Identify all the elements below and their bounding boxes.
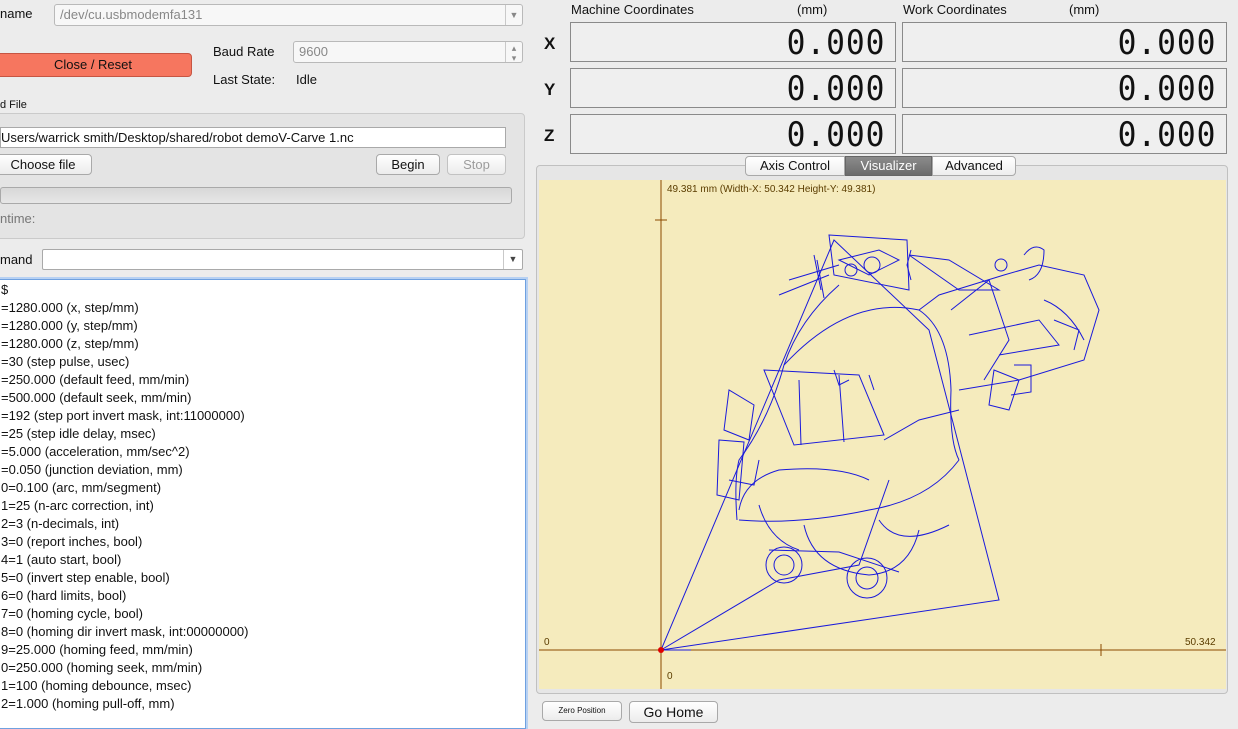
- runtime-label: ntime:: [0, 211, 36, 226]
- work-z-display: 0.000: [902, 114, 1227, 155]
- work-x-display: 0.000: [902, 22, 1227, 63]
- baud-rate-label: Baud Rate: [213, 44, 275, 59]
- visualizer-canvas[interactable]: 49.381 mm (Width-X: 50.342 Height-Y: 49.…: [539, 180, 1226, 689]
- chevron-down-icon[interactable]: ▼: [503, 250, 522, 269]
- work-z-value: 0.000: [1117, 115, 1216, 155]
- toolpath-plot: [539, 180, 1226, 689]
- last-state-label: Last State:: [213, 72, 276, 87]
- progress-bar: [0, 187, 512, 204]
- console-line: 6=0 (hard limits, bool): [1, 588, 127, 603]
- baud-rate-value: 9600: [299, 44, 328, 59]
- visualizer-header: 49.381 mm (Width-X: 50.342 Height-Y: 49.…: [667, 184, 876, 195]
- console-line: =25 (step idle delay, msec): [1, 426, 156, 441]
- console-line: =500.000 (default seek, mm/min): [1, 390, 192, 405]
- console-line: 8=0 (homing dir invert mask, int:0000000…: [1, 624, 249, 639]
- command-label: mand: [0, 252, 33, 267]
- stop-button[interactable]: Stop: [447, 154, 506, 175]
- console-line: =192 (step port invert mask, int:1100000…: [1, 408, 245, 423]
- machine-z-display: 0.000: [570, 114, 896, 155]
- stepper-icon: ▴ ▾: [505, 42, 522, 63]
- tab-visualizer[interactable]: Visualizer: [845, 156, 932, 176]
- x-min-label: 0: [544, 637, 550, 648]
- chevron-down-icon: ▼: [505, 5, 522, 25]
- console-line: =5.000 (acceleration, mm/sec^2): [1, 444, 190, 459]
- tab-axis-control[interactable]: Axis Control: [745, 156, 845, 176]
- console-line: 1=25 (n-arc correction, int): [1, 498, 154, 513]
- console-line: =1280.000 (x, step/mm): [1, 300, 139, 315]
- file-path-input[interactable]: Users/warrick smith/Desktop/shared/robot…: [0, 127, 506, 148]
- axis-label-z: Z: [544, 126, 555, 145]
- port-label: name: [0, 6, 33, 21]
- go-home-button[interactable]: Go Home: [629, 701, 718, 723]
- console-line: 4=1 (auto start, bool): [1, 552, 122, 567]
- console-line: =250.000 (default feed, mm/min): [1, 372, 190, 387]
- console-output[interactable]: $ =1280.000 (x, step/mm) =1280.000 (y, ste…: [0, 279, 526, 729]
- command-input[interactable]: ▼: [42, 249, 523, 270]
- console-line: $: [1, 282, 9, 297]
- work-x-value: 0.000: [1117, 23, 1216, 63]
- console-line: =30 (step pulse, usec): [1, 354, 130, 369]
- choose-file-button[interactable]: Choose file: [0, 154, 92, 175]
- work-y-value: 0.000: [1117, 69, 1216, 109]
- origin-marker: [658, 647, 664, 653]
- machine-y-value: 0.000: [786, 69, 885, 109]
- console-line: 0=0.100 (arc, mm/segment): [1, 480, 162, 495]
- y-min-label: 0: [667, 671, 673, 682]
- console-line: 3=0 (report inches, bool): [1, 534, 143, 549]
- axis-label-y: Y: [544, 80, 556, 99]
- console-line: 0=250.000 (homing seek, mm/min): [1, 660, 203, 675]
- file-path-value: Users/warrick smith/Desktop/shared/robot…: [1, 130, 354, 145]
- tab-advanced[interactable]: Advanced: [932, 156, 1016, 176]
- machine-z-value: 0.000: [786, 115, 885, 155]
- machine-x-display: 0.000: [570, 22, 896, 63]
- console-line: 7=0 (homing cycle, bool): [1, 606, 143, 621]
- file-panel-title: d File: [0, 99, 27, 111]
- console-line: =1280.000 (z, step/mm): [1, 336, 139, 351]
- console-line: 2=1.000 (homing pull-off, mm): [1, 696, 175, 711]
- axis-label-x: X: [544, 34, 556, 53]
- console-line: 5=0 (invert step enable, bool): [1, 570, 170, 585]
- visualizer-background: [539, 180, 1226, 689]
- machine-x-value: 0.000: [786, 23, 885, 63]
- last-state-value: Idle: [296, 72, 317, 87]
- console-line: =1280.000 (y, step/mm): [1, 318, 138, 333]
- work-unit-label: (mm): [1069, 2, 1100, 17]
- console-line: 9=25.000 (homing feed, mm/min): [1, 642, 193, 657]
- begin-button[interactable]: Begin: [376, 154, 440, 175]
- machine-unit-label: (mm): [797, 2, 828, 17]
- x-max-label: 50.342: [1185, 637, 1216, 648]
- console-lines: $ =1280.000 (x, step/mm) =1280.000 (y, ste…: [0, 281, 525, 713]
- work-y-display: 0.000: [902, 68, 1227, 109]
- machine-y-display: 0.000: [570, 68, 896, 109]
- console-line: 2=3 (n-decimals, int): [1, 516, 120, 531]
- console-line: 1=100 (homing debounce, msec): [1, 678, 192, 693]
- port-value: /dev/cu.usbmodemfa131: [60, 7, 203, 22]
- zero-position-button[interactable]: Zero Position: [542, 701, 622, 721]
- port-select[interactable]: /dev/cu.usbmodemfa131 ▼: [54, 4, 523, 26]
- work-coordinates-title: Work Coordinates: [903, 2, 1007, 17]
- machine-coordinates-title: Machine Coordinates: [571, 2, 694, 17]
- console-line: =0.050 (junction deviation, mm): [1, 462, 183, 477]
- close-reset-button[interactable]: Close / Reset: [0, 53, 192, 77]
- baud-rate-select[interactable]: 9600 ▴ ▾: [293, 41, 523, 63]
